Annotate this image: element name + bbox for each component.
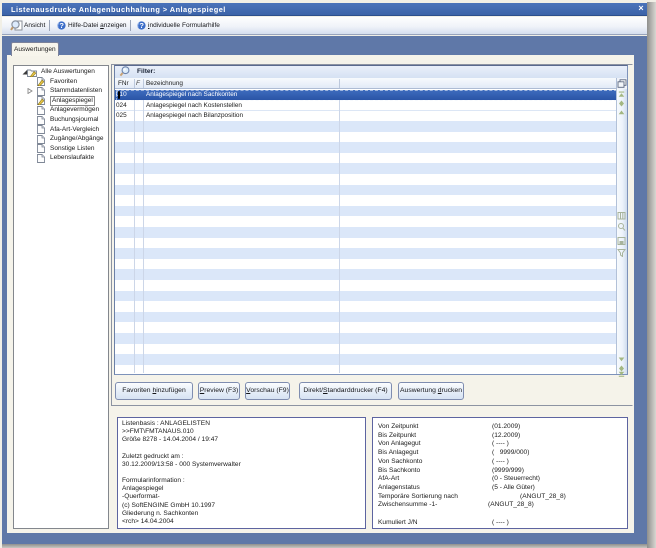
svg-text:?: ? [139,21,144,30]
svg-text:?: ? [59,21,64,30]
